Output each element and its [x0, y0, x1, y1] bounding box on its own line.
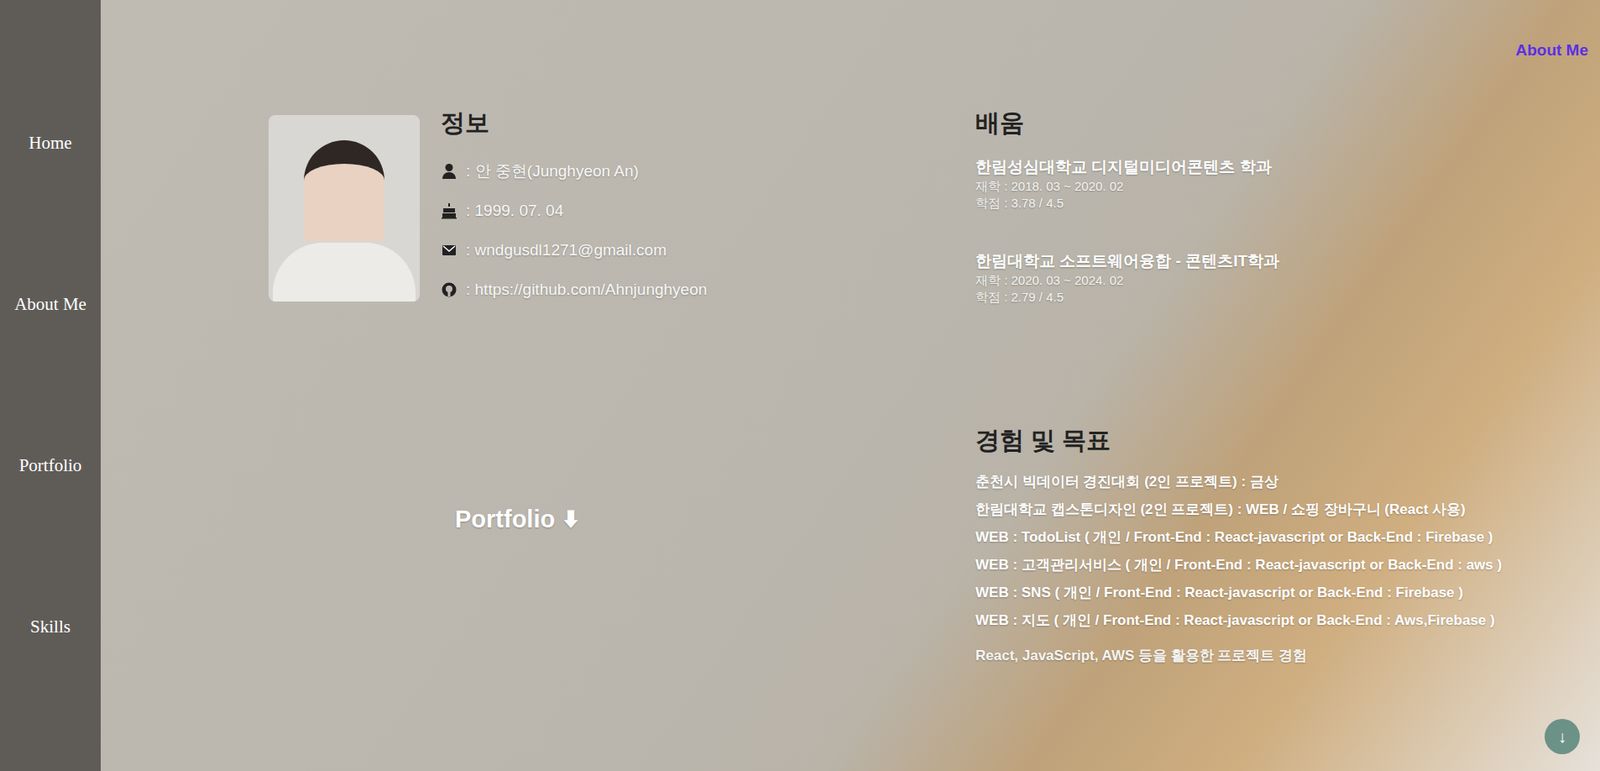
- about-left: 정보 : 안 중현(Junghyeon An) : 1999. 07. 04 : wn…: [268, 107, 976, 666]
- experience-item: 춘천시 빅데이터 경진대회 (2인 프로젝트) : 금상: [975, 471, 1564, 492]
- experience-item: WEB : SNS ( 개인 / Front-End : React-javas…: [975, 582, 1564, 603]
- scroll-down-button[interactable]: ↓: [1544, 718, 1580, 754]
- about-right: 배움한림성심대학교 디지털미디어콘텐츠 학과재학 : 2018. 03 ~ 20…: [975, 107, 1564, 666]
- sidebar-item[interactable]: Skills: [30, 609, 71, 644]
- sidebar-item[interactable]: Home: [28, 125, 72, 160]
- school-grade: 학점 : 2.79 / 4.5: [975, 288, 1564, 306]
- education-item: 한림대학교 소프트웨어융합 - 콘텐츠IT학과재학 : 2020. 03 ~ 2…: [975, 250, 1564, 306]
- education-list: 한림성심대학교 디지털미디어콘텐츠 학과재학 : 2018. 03 ~ 2020…: [975, 156, 1564, 306]
- school-grade: 학점 : 3.78 / 4.5: [975, 194, 1564, 212]
- info-text: : 안 중현(Junghyeon An): [465, 159, 639, 184]
- school-period: 재학 : 2018. 03 ~ 2020. 02: [975, 177, 1564, 195]
- experience-item: 한림대학교 캡스톤디자인 (2인 프로젝트) : WEB / 쇼핑 장바구니 (…: [975, 499, 1564, 520]
- info-section: 정보 : 안 중현(Junghyeon An) : 1999. 07. 04 : wn…: [440, 107, 707, 302]
- profile-section: 정보 : 안 중현(Junghyeon An) : 1999. 07. 04 : wn…: [268, 107, 976, 302]
- info-row: : 1999. 07. 04: [440, 198, 707, 223]
- school-period: 재학 : 2020. 03 ~ 2024. 02: [975, 271, 1564, 289]
- experience-summary: React, JavaScript, AWS 등을 활용한 프로젝트 경험: [975, 645, 1564, 666]
- email-icon: [440, 241, 458, 259]
- education-heading: 배움: [975, 107, 1564, 138]
- school-name: 한림대학교 소프트웨어융합 - 콘텐츠IT학과: [975, 250, 1564, 272]
- info-text: : 1999. 07. 04: [465, 198, 564, 224]
- sidebar: Home About Me Portfolio Skills: [0, 0, 101, 771]
- portfolio-link[interactable]: Portfolio⬇: [454, 501, 581, 539]
- experience-item: WEB : 지도 ( 개인 / Front-End : React-javasc…: [975, 610, 1564, 631]
- school-name: 한림성심대학교 디지털미디어콘텐츠 학과: [975, 156, 1564, 178]
- portfolio-link-label: Portfolio: [454, 501, 555, 539]
- info-list: : 안 중현(Junghyeon An) : 1999. 07. 04 : wndg…: [440, 159, 707, 302]
- experience-item: WEB : TodoList ( 개인 / Front-End : React-…: [975, 527, 1564, 548]
- github-icon: [440, 281, 458, 299]
- sidebar-item[interactable]: About Me: [14, 287, 87, 321]
- birthday-icon: [440, 202, 458, 220]
- sidebar-item[interactable]: Portfolio: [19, 448, 83, 482]
- info-heading: 정보: [440, 107, 707, 138]
- info-row: : wndgusdl1271@gmail.com: [440, 238, 707, 262]
- header-title[interactable]: About Me: [1515, 38, 1589, 63]
- info-row: : https://github.com/Ahnjunghyeon: [440, 277, 707, 302]
- info-row: : 안 중현(Junghyeon An): [440, 159, 707, 184]
- experience-item: WEB : 고객관리서비스 ( 개인 / Front-End : React-j…: [975, 554, 1564, 576]
- name-icon: [440, 162, 458, 180]
- education-item: 한림성심대학교 디지털미디어콘텐츠 학과재학 : 2018. 03 ~ 2020…: [975, 156, 1564, 212]
- experience-list: 춘천시 빅데이터 경진대회 (2인 프로젝트) : 금상한림대학교 캡스톤디자인…: [975, 471, 1564, 631]
- main-content: 정보 : 안 중현(Junghyeon An) : 1999. 07. 04 : wn…: [100, 0, 1600, 771]
- info-text[interactable]: : https://github.com/Ahnjunghyeon: [465, 277, 707, 303]
- profile-photo: [268, 115, 420, 302]
- experience-heading: 경험 및 목표: [975, 424, 1564, 455]
- info-text[interactable]: : wndgusdl1271@gmail.com: [465, 238, 667, 263]
- arrow-down-icon: ⬇: [561, 505, 581, 534]
